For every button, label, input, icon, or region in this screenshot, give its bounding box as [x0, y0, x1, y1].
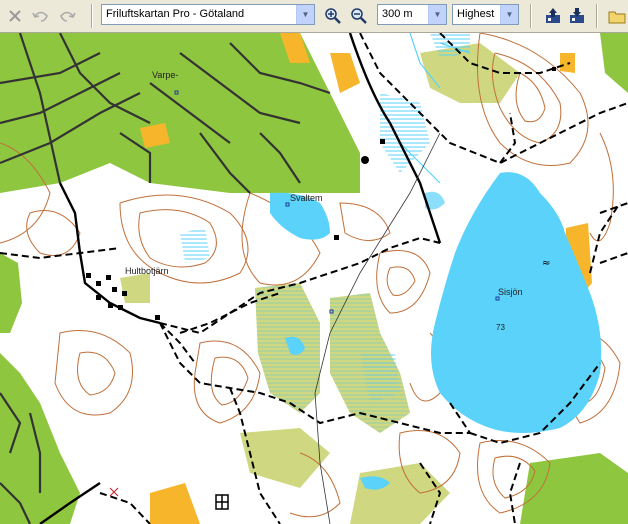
forest-area	[240, 428, 330, 488]
label-sisjon: Sisjön	[498, 287, 523, 297]
chevron-down-icon[interactable]: ▼	[428, 5, 446, 24]
map-canvas: ≈	[0, 33, 628, 524]
map-view[interactable]: ≈ Varpe- Svaltem Hultbotjärn Sisjön 73	[0, 33, 628, 524]
forest-area	[520, 453, 628, 524]
marsh-area	[380, 93, 430, 173]
forest-area	[0, 353, 80, 524]
forest-area	[600, 33, 628, 93]
quality-select[interactable]: Highest ▼	[452, 4, 519, 25]
marsh-area	[255, 283, 320, 413]
forest-area	[350, 463, 450, 524]
zoom-in-icon[interactable]	[322, 5, 344, 27]
toolbar: Friluftskartan Pro - Götaland ▼ 300 m ▼ …	[0, 0, 628, 33]
redo-icon[interactable]	[56, 5, 78, 27]
scale-select[interactable]: 300 m ▼	[377, 4, 447, 25]
chevron-down-icon[interactable]: ▼	[296, 5, 314, 24]
upload-icon[interactable]	[542, 5, 564, 27]
open-land	[150, 483, 200, 524]
swim-icon: ≈	[542, 258, 550, 269]
forest-area	[120, 273, 150, 303]
undo-icon[interactable]	[30, 5, 52, 27]
map-select-value: Friluftskartan Pro - Götaland	[106, 8, 245, 20]
label-svaltem: Svaltem	[290, 193, 323, 203]
toolbar-separator	[91, 4, 93, 28]
label-elevation: 73	[496, 323, 505, 332]
toolbar-separator	[596, 4, 598, 28]
marsh-area	[180, 228, 210, 263]
close-icon[interactable]	[4, 5, 26, 27]
toolbar-separator	[530, 4, 532, 28]
label-varpe: Varpe-	[152, 70, 179, 80]
download-icon[interactable]	[566, 5, 588, 27]
quality-select-value: Highest	[457, 8, 495, 20]
folder-icon[interactable]	[606, 5, 628, 27]
zoom-out-icon[interactable]	[348, 5, 370, 27]
chevron-down-icon[interactable]: ▼	[500, 5, 518, 24]
marsh-area	[330, 293, 410, 433]
label-hultbotjarn: Hultbotjärn	[125, 266, 169, 276]
forest-area	[0, 253, 22, 333]
map-select[interactable]: Friluftskartan Pro - Götaland ▼	[101, 4, 315, 25]
landmark-icon	[216, 495, 228, 509]
marker-icon	[109, 487, 119, 497]
open-land	[330, 53, 360, 93]
scale-select-value: 300 m	[382, 8, 413, 20]
